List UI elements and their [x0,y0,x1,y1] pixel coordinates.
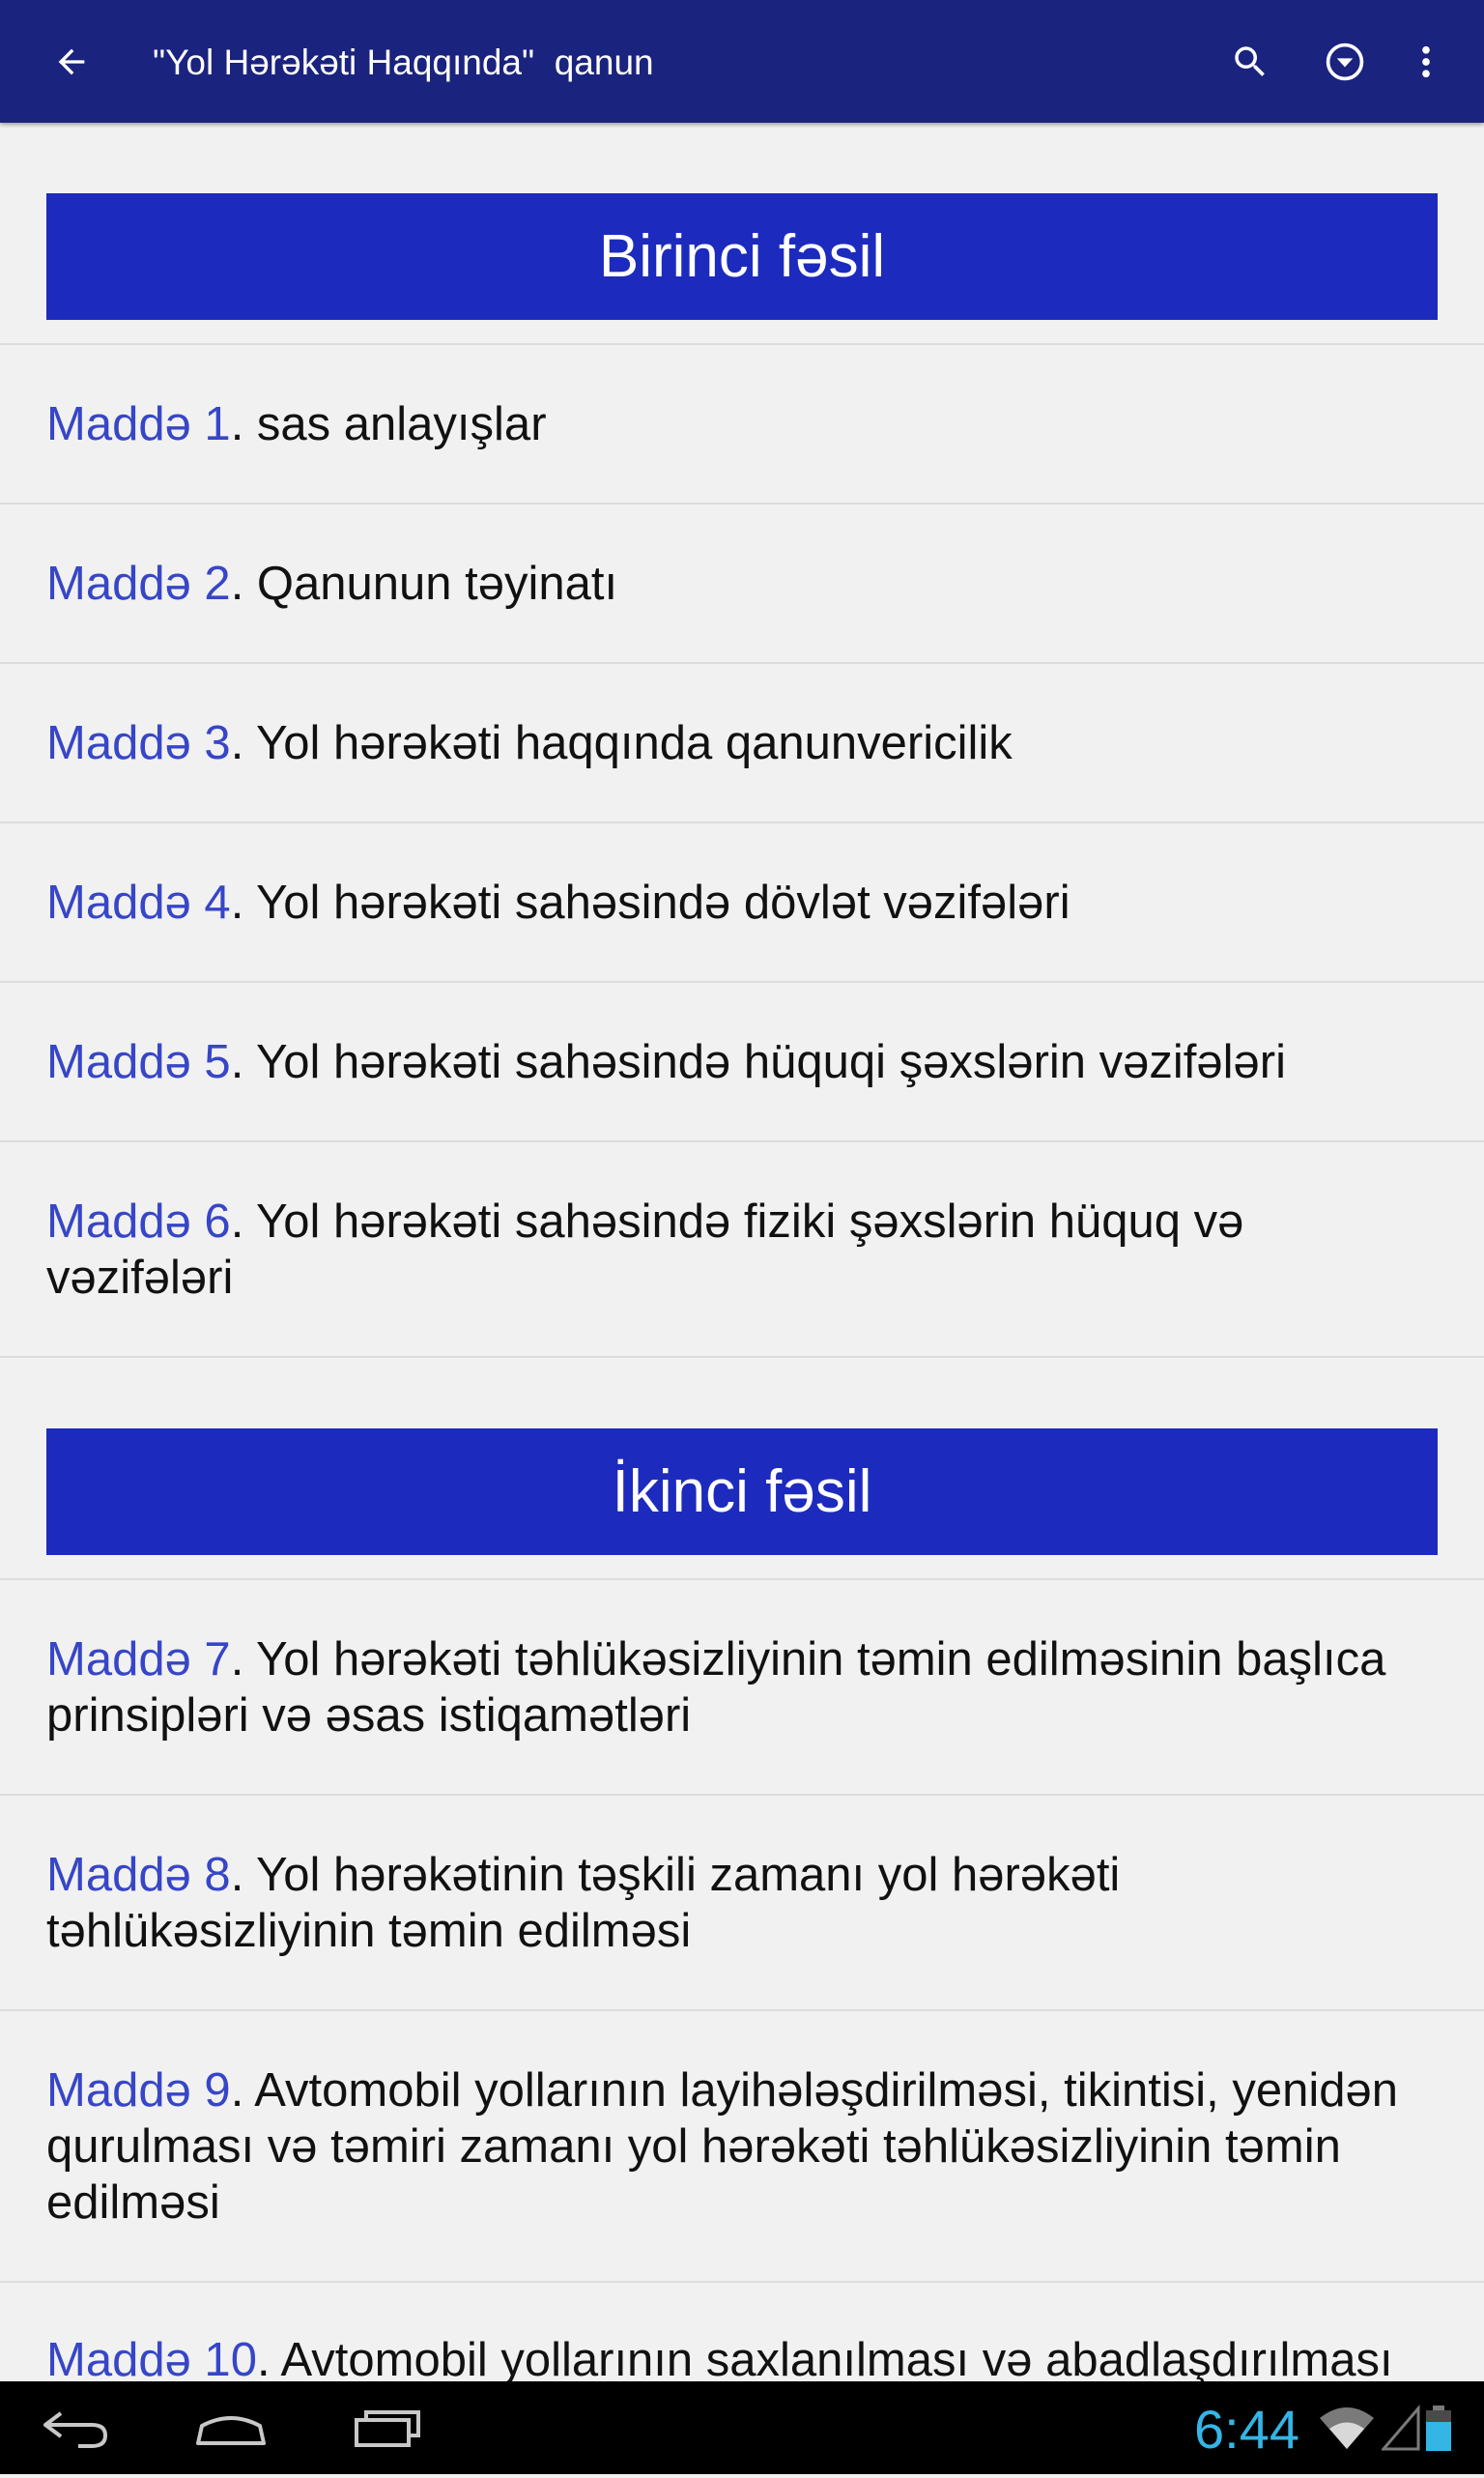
more-vertical-icon [1422,45,1430,78]
article-label: Maddə 7. Yol hərəkəti təhlükəsizliyinin … [46,1631,1438,1743]
article-title: . Yol hərəkəti təhlükəsizliyinin təmin e… [46,1632,1386,1742]
article-title: . Yol hərəkəti sahəsində hüquqi şəxsləri… [230,1035,1286,1088]
article-item[interactable]: Maddə 3. Yol hərəkəti haqqında qanunveri… [0,664,1484,823]
article-label: Maddə 4. Yol hərəkəti sahəsində dövlət v… [46,875,1070,931]
search-button[interactable] [1213,25,1287,99]
arrow-left-icon [58,48,85,75]
nav-back-icon [43,2411,108,2448]
chapter-section: Birinci fəsil [0,123,1484,345]
system-nav-bar: 6:44 [0,2381,1484,2474]
chapter-banner[interactable]: İkinci fəsil [46,1428,1438,1555]
article-number: Maddə 6 [46,1195,231,1248]
search-icon [1235,46,1265,76]
article-label: Maddə 9. Avtomobil yollarının layihələşd… [46,2062,1438,2231]
article-number: Maddə 1 [46,397,231,450]
nav-home-button[interactable] [178,2393,284,2463]
article-label: Maddə 5. Yol hərəkəti sahəsində hüquqi ş… [46,1034,1286,1090]
article-item[interactable]: Maddə 2. Qanunun təyinatı [0,504,1484,664]
article-item[interactable]: Maddə 5. Yol hərəkəti sahəsində hüquqi ş… [0,983,1484,1142]
article-number: Maddə 10 [46,2334,257,2381]
article-title: . Qanunun təyinatı [230,557,618,610]
article-item[interactable]: Maddə 7. Yol hərəkəti təhlükəsizliyinin … [0,1580,1484,1796]
nav-home-icon [196,2416,266,2445]
article-label: Maddə 10. Avtomobil yollarının saxlanılm… [46,2332,1393,2381]
article-item[interactable]: Maddə 6. Yol hərəkəti sahəsində fiziki ş… [0,1142,1484,1358]
article-title: . Yol hərəkəti haqqında qanunvericilik [230,716,1013,769]
article-item[interactable]: Maddə 1. sas anlayışlar [0,345,1484,504]
article-label: Maddə 1. sas anlayışlar [46,396,547,452]
wifi-icon [1320,2407,1374,2449]
dropdown-button[interactable] [1308,25,1382,99]
article-title: . Avtomobil yollarının saxlanılması və a… [256,2334,1393,2381]
article-label: Maddə 2. Qanunun təyinatı [46,556,617,612]
article-label: Maddə 6. Yol hərəkəti sahəsində fiziki ş… [46,1194,1438,1306]
article-item[interactable]: Maddə 8. Yol hərəkətinin təşkili zamanı … [0,1796,1484,2011]
page-title: "Yol Hərəkəti Haqqında" qanun [153,43,654,82]
nav-recents-icon [355,2410,420,2447]
back-button[interactable] [35,25,108,99]
article-number: Maddə 5 [46,1035,231,1088]
article-number: Maddə 3 [46,716,231,769]
article-number: Maddə 9 [46,2063,231,2117]
article-number: Maddə 8 [46,1848,231,1901]
article-item[interactable]: Maddə 10. Avtomobil yollarının saxlanılm… [0,2283,1484,2381]
circle-dropdown-icon [1326,43,1364,81]
chapter-list: Birinci fəsil Maddə 1. sas anlayışlar Ma… [0,123,1484,2381]
article-title: . Yol hərəkəti sahəsində dövlət vəzifələ… [230,876,1070,929]
app-bar: "Yol Hərəkəti Haqqında" qanun [0,0,1484,123]
signal-icon [1382,2405,1420,2451]
more-options-button[interactable] [1389,25,1463,99]
article-title: . Avtomobil yollarının layihələşdirilməs… [46,2063,1399,2229]
article-label: Maddə 3. Yol hərəkəti haqqında qanunveri… [46,715,1013,771]
article-number: Maddə 2 [46,557,231,610]
article-item[interactable]: Maddə 4. Yol hərəkəti sahəsində dövlət v… [0,823,1484,983]
chapter-banner[interactable]: Birinci fəsil [46,193,1438,320]
article-item[interactable]: Maddə 9. Avtomobil yollarının layihələşd… [0,2011,1484,2283]
article-number: Maddə 4 [46,876,231,929]
status-clock: 6:44 [1194,2399,1299,2460]
battery-icon [1426,2406,1451,2451]
article-title: . sas anlayışlar [230,397,547,450]
article-label: Maddə 8. Yol hərəkətinin təşkili zamanı … [46,1847,1438,1959]
article-number: Maddə 7 [46,1632,231,1686]
chapter-section: İkinci fəsil [0,1358,1484,1580]
nav-recents-button[interactable] [334,2393,441,2463]
nav-back-button[interactable] [23,2393,129,2463]
